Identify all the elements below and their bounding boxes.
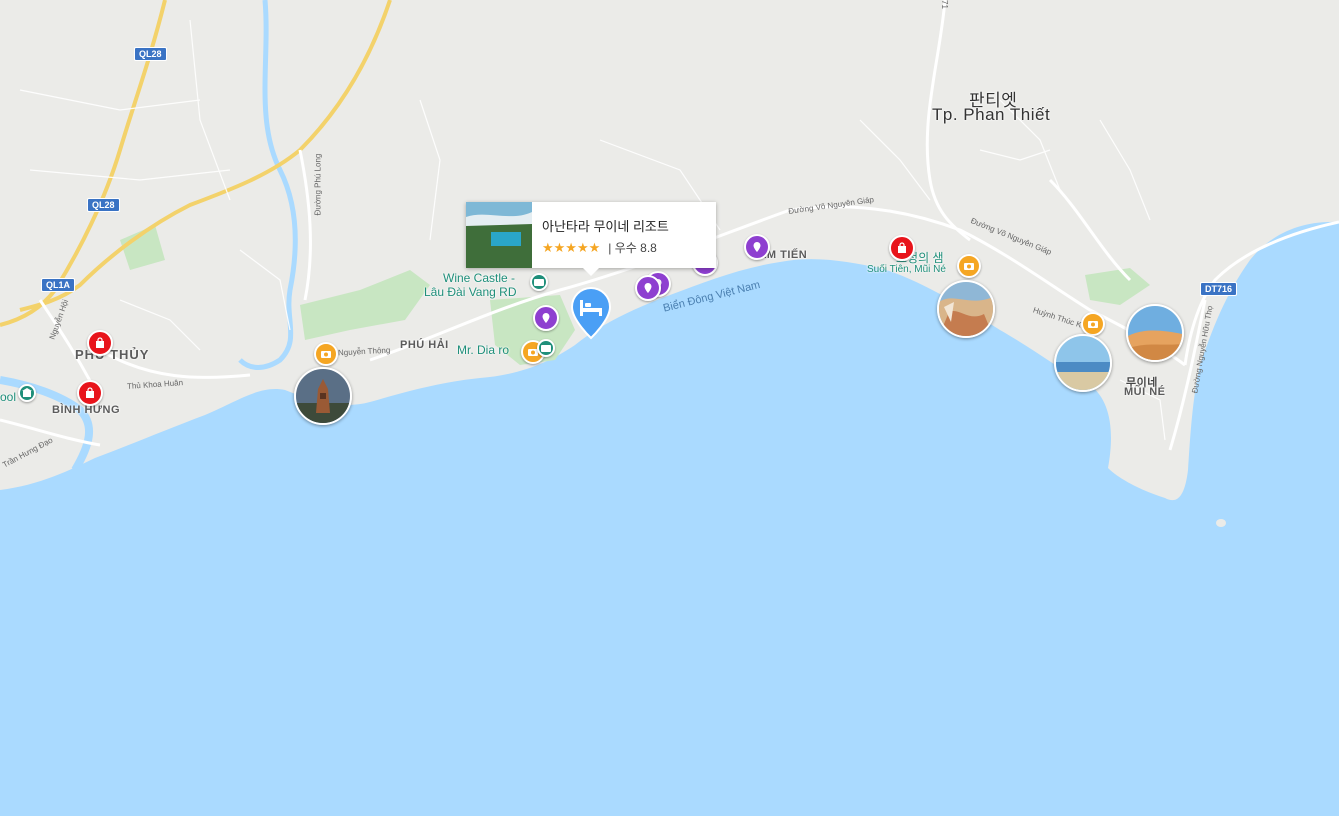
poi-label-fairy-stream[interactable]: Suối Tiên, Mũi Né [867,264,946,275]
poi-label-mr-dia[interactable]: Mr. Dia ro [457,343,509,357]
shopping-pin[interactable] [889,235,915,261]
camera-icon [534,279,544,286]
photo-marker-canyon[interactable] [937,280,995,338]
place-label-phu-hai: PHÚ HẢI [400,339,449,351]
street-label: 71 [939,0,949,9]
shopping-pin[interactable] [87,330,113,356]
hotel-thumbnail [466,202,532,268]
hotel-name: 아난타라 무이네 리조트 [542,219,669,234]
poi-label-wine-castle-sub[interactable]: Lâu Đài Vang RD [424,285,517,299]
museum-icon [22,388,32,397]
beach-photo [1056,336,1110,390]
camera-poi-marker[interactable] [537,339,555,357]
poi-label-wine-castle[interactable]: Wine Castle - [443,271,515,285]
star-rating: ★★★★★ [542,239,601,255]
shopping-bag-icon [86,387,94,398]
poi-pin[interactable] [533,305,559,331]
road-shield-ql28: QL28 [87,198,120,212]
attraction-pin[interactable] [1081,312,1105,336]
shopping-bag-icon [898,242,906,253]
museum-poi-marker[interactable] [18,384,36,402]
attraction-pin[interactable] [957,254,981,278]
camera-icon [541,345,551,352]
photo-marker-beach[interactable] [1054,334,1112,392]
road-shield-dt716: DT716 [1200,282,1238,296]
attraction-pin[interactable] [314,342,338,366]
place-label-binh-hung: BÌNH HƯNG [52,404,121,416]
hotel-marker-selected[interactable] [570,286,612,340]
hotel-info-popup[interactable]: 아난타라 무이네 리조트 ★★★★★ | 우수 8.8 [466,202,716,276]
canyon-photo [939,282,993,336]
location-icon [542,313,550,323]
tower-photo [296,369,350,423]
place-label-phu-thuy: PHÚ THỦY [75,347,150,362]
place-label-phan-thiet: Tp. Phan Thiết [932,105,1051,124]
map-canvas[interactable] [0,0,1339,816]
road-shield-ql28: QL28 [134,47,167,61]
place-label-pool: ool [0,390,17,404]
road-shield-ql1a: QL1A [41,278,76,292]
dunes-photo [1128,306,1182,360]
location-icon [753,242,761,252]
camera-icon [964,263,974,270]
camera-poi-marker[interactable] [530,273,548,291]
bed-icon [570,286,612,340]
photo-marker-tower[interactable] [294,367,352,425]
location-icon [644,283,652,293]
shopping-bag-icon [96,337,104,348]
poi-pin[interactable] [744,234,770,260]
camera-icon [1088,321,1098,328]
place-label-mui-ne: MŨI NÉ [1124,386,1166,398]
poi-pin[interactable] [635,275,661,301]
review-score: | 우수 8.8 [608,241,657,255]
street-label: Đường Phú Long [313,153,323,216]
photo-marker-dunes[interactable] [1126,304,1184,362]
shopping-pin[interactable] [77,380,103,406]
camera-icon [321,351,331,358]
